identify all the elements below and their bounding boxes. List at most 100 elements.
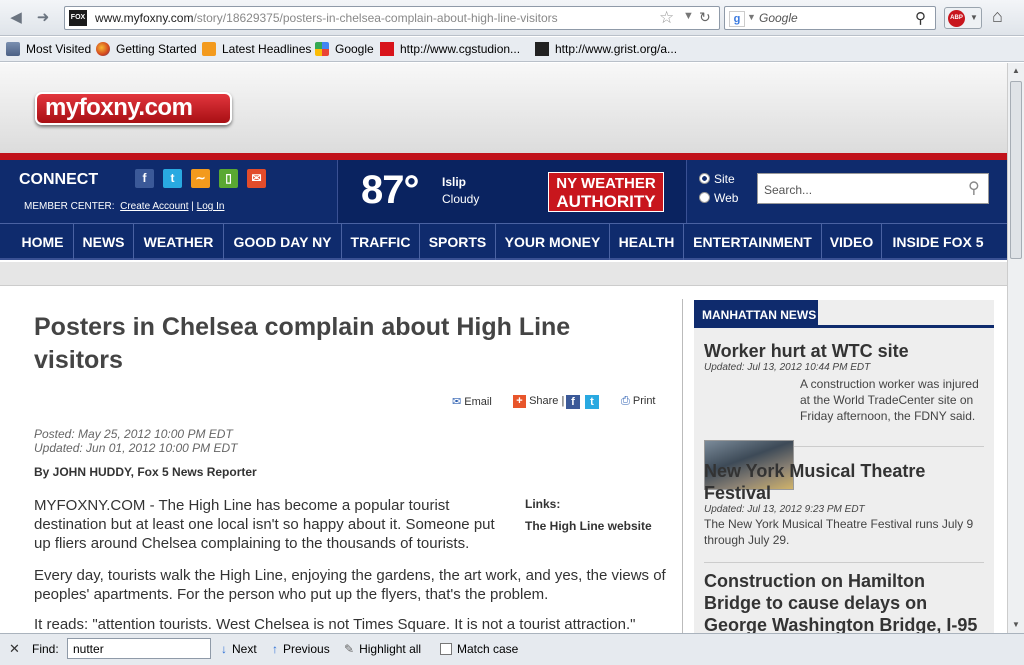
radio-unselected-icon[interactable] — [699, 192, 710, 203]
facebook-icon[interactable]: f — [135, 169, 154, 188]
weather-location: Islip — [442, 175, 467, 189]
nav-video[interactable]: VIDEO — [822, 224, 882, 260]
nav-entertainment[interactable]: ENTERTAINMENT — [684, 224, 822, 260]
article-paragraph: MYFOXNY.COM - The High Line has become a… — [34, 497, 495, 552]
rss-icon[interactable]: ∼ — [191, 169, 210, 188]
nav-good-day-ny[interactable]: GOOD DAY NY — [224, 224, 342, 260]
scrollbar-thumb[interactable] — [1010, 81, 1022, 259]
nav-weather[interactable]: WEATHER — [134, 224, 224, 260]
search-option-web[interactable]: Web — [699, 191, 738, 205]
print-button[interactable]: ⎙ Print — [621, 395, 656, 408]
main-navigation: HOME NEWS WEATHER GOOD DAY NY TRAFFIC SP… — [0, 223, 1007, 260]
news-story[interactable]: Construction on Hamilton Bridge to cause… — [704, 570, 984, 633]
nav-sports[interactable]: SPORTS — [420, 224, 496, 260]
bookmark-grist[interactable]: http://www.grist.org/a... — [535, 42, 677, 58]
share-button[interactable]: + Share | — [513, 395, 564, 408]
article-paragraph: It reads: "attention tourists. West Chel… — [34, 616, 636, 633]
google-icon — [315, 42, 329, 56]
nav-traffic[interactable]: TRAFFIC — [342, 224, 420, 260]
manhattan-news-sidebar: MANHATTAN NEWS Worker hurt at WTC site U… — [694, 300, 994, 633]
bookmarks-toolbar: Most Visited Getting Started Latest Head… — [0, 37, 1024, 62]
byline: By JOHN HUDDY, Fox 5 News Reporter — [34, 465, 257, 479]
site-header: myfoxny.com — [0, 63, 1007, 153]
story-updated: Updated: Jul 13, 2012 9:23 PM EDT — [704, 504, 865, 515]
story-title[interactable]: New York Musical Theatre Festival — [704, 460, 984, 504]
bookmark-most-visited[interactable]: Most Visited — [6, 42, 91, 58]
story-summary: A construction worker was injured at the… — [800, 377, 979, 423]
connect-bar: CONNECT f t ∼ ▯ ✉ MEMBER CENTER: Create … — [0, 160, 1007, 223]
adblock-plus-button[interactable]: ABP ▼ — [944, 7, 982, 29]
header-divider — [0, 153, 1007, 160]
checkbox-icon[interactable] — [440, 643, 452, 655]
ny-weather-authority-logo[interactable]: NY WEATHER AUTHORITY — [548, 172, 664, 212]
rss-icon — [202, 42, 216, 56]
high-line-website-link[interactable]: The High Line website — [525, 519, 652, 533]
share-plus-icon: + — [513, 395, 526, 408]
bookmarks-folder-icon — [6, 42, 20, 56]
google-engine-icon[interactable]: g — [729, 11, 745, 27]
match-case-checkbox[interactable]: Match case — [440, 642, 518, 656]
bookmark-getting-started[interactable]: Getting Started — [96, 42, 197, 58]
create-account-link[interactable]: Create Account — [120, 201, 188, 212]
email-article-button[interactable]: ✉ Email — [452, 395, 492, 408]
search-option-site[interactable]: Site — [699, 172, 735, 186]
adblock-icon: ABP — [948, 10, 965, 27]
column-divider — [682, 299, 683, 633]
bookmark-cgstudion[interactable]: http://www.cgstudion... — [380, 42, 520, 58]
twitter-icon[interactable]: t — [163, 169, 182, 188]
search-icon[interactable]: ⚲ — [968, 178, 980, 198]
news-story[interactable]: Worker hurt at WTC site Updated: Jul 13,… — [704, 340, 984, 447]
browser-search-bar[interactable]: g ▼ Google ⚲ — [724, 6, 936, 30]
site-favicon: FOX — [69, 10, 87, 26]
member-center: MEMBER CENTER: Create Account | Log In — [24, 201, 225, 212]
bookmark-star-icon[interactable]: ☆ — [659, 8, 674, 28]
scroll-down-icon[interactable]: ▼ — [1008, 617, 1024, 633]
sub-navigation-bar — [0, 262, 1007, 286]
weather-condition: Cloudy — [442, 192, 480, 206]
article-paragraph: Every day, tourists walk the High Line, … — [34, 567, 666, 603]
vertical-scrollbar[interactable]: ▲ ▼ — [1007, 63, 1024, 633]
news-story[interactable]: New York Musical Theatre Festival Update… — [704, 460, 984, 563]
find-previous-button[interactable]: ↑ Previous — [272, 642, 330, 656]
chevron-down-icon: ▼ — [970, 13, 978, 22]
story-title[interactable]: Worker hurt at WTC site — [704, 340, 984, 362]
browser-navigation-bar: ◀ ➜ FOX www.myfoxny.com/story/18629375/p… — [0, 0, 1024, 36]
twitter-share-icon[interactable]: t — [585, 395, 599, 409]
nav-inside-fox-5[interactable]: INSIDE FOX 5 — [882, 224, 994, 260]
story-title[interactable]: Construction on Hamilton Bridge to cause… — [704, 570, 984, 633]
article-title: Posters in Chelsea complain about High L… — [34, 313, 571, 374]
back-icon[interactable]: ◀ — [6, 8, 26, 28]
engine-dropdown-icon[interactable]: ▼ — [747, 12, 756, 22]
url-history-dropdown-icon[interactable]: ▼ — [683, 10, 694, 22]
highlight-all-button[interactable]: ✎ Highlight all — [344, 642, 421, 656]
site-search-input[interactable]: Search... ⚲ — [757, 173, 989, 204]
nav-home[interactable]: HOME — [12, 224, 74, 260]
bookmark-latest-headlines[interactable]: Latest Headlines — [202, 42, 311, 58]
connect-title: CONNECT — [19, 171, 99, 188]
facebook-share-icon[interactable]: f — [566, 395, 580, 409]
find-input[interactable] — [67, 638, 211, 659]
home-icon[interactable]: ⌂ — [992, 6, 1003, 27]
nav-your-money[interactable]: YOUR MONEY — [496, 224, 610, 260]
myfoxny-logo[interactable]: myfoxny.com — [35, 92, 232, 125]
forward-icon[interactable]: ➜ — [33, 8, 53, 28]
radio-selected-icon[interactable] — [699, 173, 710, 184]
scroll-up-icon[interactable]: ▲ — [1008, 63, 1024, 79]
grist-icon — [535, 42, 549, 56]
address-bar[interactable]: FOX www.myfoxny.com/story/18629375/poste… — [64, 6, 720, 30]
firefox-icon — [96, 42, 110, 56]
email-icon[interactable]: ✉ — [247, 169, 266, 188]
search-icon[interactable]: ⚲ — [915, 9, 926, 27]
find-next-button[interactable]: ↓ Next — [221, 642, 257, 656]
search-engine-placeholder[interactable]: Google — [759, 11, 798, 25]
close-icon[interactable]: ✕ — [9, 641, 20, 657]
reload-icon[interactable]: ↻ — [699, 9, 711, 26]
nav-news[interactable]: NEWS — [74, 224, 134, 260]
url-text[interactable]: www.myfoxny.com/story/18629375/posters-i… — [95, 11, 558, 25]
login-link[interactable]: Log In — [197, 201, 225, 212]
weather-widget[interactable]: 87° Islip Cloudy NY WEATHER AUTHORITY — [337, 160, 687, 223]
find-label: Find: — [32, 642, 59, 656]
bookmark-google[interactable]: Google — [315, 42, 374, 58]
nav-health[interactable]: HEALTH — [610, 224, 684, 260]
mobile-icon[interactable]: ▯ — [219, 169, 238, 188]
